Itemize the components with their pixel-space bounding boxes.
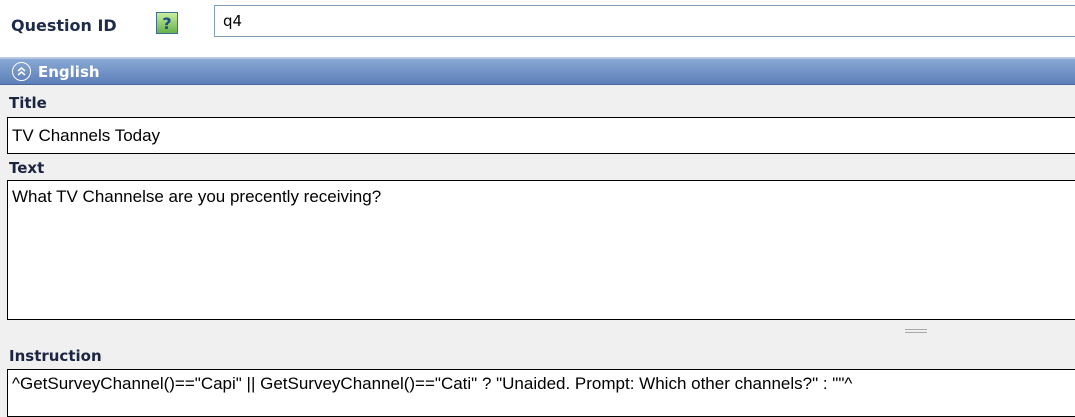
instruction-label: Instruction	[9, 347, 102, 365]
text-field[interactable]: What TV Channelse are you precently rece…	[7, 180, 1075, 320]
english-section-header[interactable]: English	[0, 57, 1075, 85]
question-id-input[interactable]	[214, 5, 1075, 37]
question-id-label: Question ID	[11, 16, 117, 35]
collapse-up-icon[interactable]	[12, 62, 31, 81]
resize-grip[interactable]	[905, 326, 927, 336]
instruction-field[interactable]: ^GetSurveyChannel()=="Capi" || GetSurvey…	[7, 369, 1075, 417]
section-title: English	[38, 62, 100, 81]
title-label: Title	[9, 94, 47, 112]
help-question-icon[interactable]: ?	[156, 12, 178, 34]
title-field[interactable]	[7, 117, 1075, 154]
text-label: Text	[9, 159, 45, 177]
question-id-row: Question ID ?	[0, 0, 1075, 46]
english-section-body: Title Text What TV Channelse are you pre…	[0, 85, 1075, 417]
